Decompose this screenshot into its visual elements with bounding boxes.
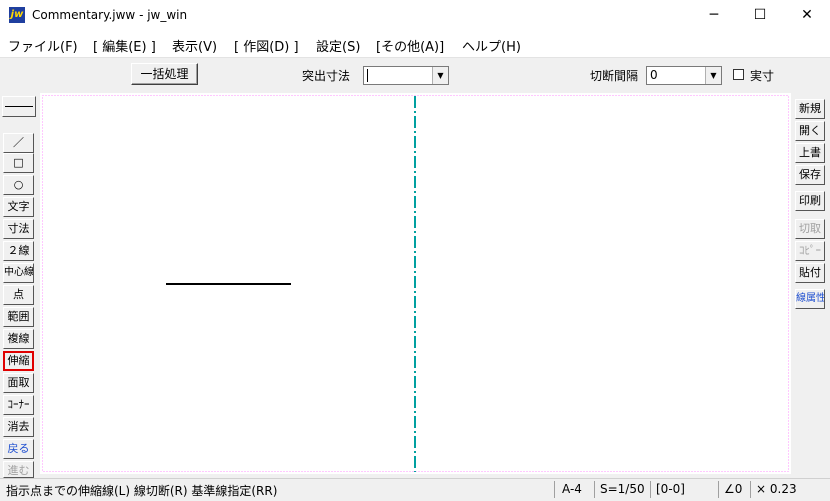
- print-button[interactable]: 印刷: [795, 191, 825, 211]
- file-new-button[interactable]: 新規: [795, 99, 825, 119]
- file-open-button[interactable]: 開く: [795, 121, 825, 141]
- line-attr-button[interactable]: 線属性: [795, 289, 825, 309]
- app-logo-icon: jw: [9, 7, 25, 23]
- menu-file[interactable]: ファイル(F): [8, 36, 78, 55]
- chevron-down-icon[interactable]: ▼: [432, 67, 448, 84]
- line-style-button[interactable]: [2, 96, 36, 117]
- canvas-svg: [42, 95, 789, 472]
- tool-erase[interactable]: 消去: [3, 417, 34, 437]
- status-divider: [718, 481, 719, 498]
- gap-combo[interactable]: 0 ▼: [646, 66, 722, 85]
- window-title: Commentary.jww - jw_win: [32, 8, 188, 22]
- text-cursor: [367, 69, 368, 82]
- menu-edit[interactable]: [ 編集(E) ]: [93, 36, 156, 55]
- menu-draw[interactable]: [ 作図(D) ]: [234, 36, 299, 55]
- menu-bar: ファイル(F) [ 編集(E) ] 表示(V) [ 作図(D) ] 設定(S) …: [0, 31, 830, 58]
- tool-corner[interactable]: ｺｰﾅｰ: [3, 395, 34, 415]
- menu-help[interactable]: ヘルプ(H): [462, 36, 521, 55]
- status-divider: [594, 481, 595, 498]
- drawing-canvas[interactable]: [40, 93, 791, 474]
- actual-size-checkbox[interactable]: [733, 69, 744, 80]
- menu-view[interactable]: 表示(V): [172, 36, 217, 55]
- title-bar: jw Commentary.jww - jw_win ─ ☐ ✕: [0, 0, 830, 31]
- menu-settings[interactable]: 設定(S): [316, 36, 360, 55]
- tool-circle[interactable]: ○: [3, 175, 34, 195]
- overhang-label: 突出寸法: [302, 69, 351, 83]
- gap-value: 0: [650, 68, 658, 82]
- status-message: 指示点までの伸縮線(L) 線切断(R) 基準線指定(RR): [6, 484, 278, 498]
- tool-double-line[interactable]: ２線: [3, 241, 34, 261]
- minimize-button[interactable]: ─: [691, 0, 737, 31]
- control-toolbar: 一括処理 突出寸法 ▼ 切断間隔 0 ▼ 実寸: [0, 58, 830, 92]
- line-style-icon: [5, 106, 33, 107]
- tool-point[interactable]: 点: [3, 285, 34, 305]
- right-tool-palette: 新規 開く 上書 保存 印刷 切取 ｺﾋﾟｰ 貼付 線属性: [791, 93, 830, 474]
- tool-redo[interactable]: 進む: [3, 461, 34, 478]
- maximize-button[interactable]: ☐: [737, 0, 783, 31]
- status-bar: 指示点までの伸縮線(L) 線切断(R) 基準線指定(RR) A-4 S=1/50…: [0, 478, 830, 501]
- tool-stretch[interactable]: 伸縮: [3, 351, 34, 371]
- scale-indicator[interactable]: S=1/50: [600, 482, 645, 496]
- actual-size-label: 実寸: [750, 69, 775, 83]
- paper-size[interactable]: A-4: [562, 482, 582, 496]
- left-tool-palette: ／ □ ○ 文字 寸法 ２線 中心線 点 範囲 複線 伸縮 面取 ｺｰﾅｰ 消去…: [0, 92, 40, 478]
- tool-undo[interactable]: 戻る: [3, 439, 34, 459]
- tool-copy-line[interactable]: 複線: [3, 329, 34, 349]
- cut-button[interactable]: 切取: [795, 219, 825, 239]
- overhang-combo[interactable]: ▼: [363, 66, 449, 85]
- tool-rect[interactable]: □: [3, 153, 34, 173]
- zoom-indicator[interactable]: × 0.23: [756, 482, 797, 496]
- angle-indicator[interactable]: ∠0: [724, 482, 742, 496]
- chevron-down-icon[interactable]: ▼: [705, 67, 721, 84]
- tool-dimension[interactable]: 寸法: [3, 219, 34, 239]
- copy-button[interactable]: ｺﾋﾟｰ: [795, 241, 825, 261]
- status-divider: [554, 481, 555, 498]
- file-overwrite-button[interactable]: 上書: [795, 143, 825, 163]
- close-button[interactable]: ✕: [784, 0, 830, 31]
- file-save-button[interactable]: 保存: [795, 165, 825, 185]
- tool-text[interactable]: 文字: [3, 197, 34, 217]
- tool-line[interactable]: ／: [3, 133, 34, 153]
- tool-range[interactable]: 範囲: [3, 307, 34, 327]
- status-divider: [650, 481, 651, 498]
- batch-process-button[interactable]: 一括処理: [131, 63, 198, 85]
- tool-center-line[interactable]: 中心線: [3, 263, 34, 283]
- status-divider: [750, 481, 751, 498]
- tool-chamfer[interactable]: 面取: [3, 373, 34, 393]
- paste-button[interactable]: 貼付: [795, 263, 825, 283]
- layer-indicator[interactable]: [0-0]: [656, 482, 685, 496]
- gap-label: 切断間隔: [590, 69, 639, 83]
- menu-other[interactable]: [その他(A)]: [376, 36, 444, 55]
